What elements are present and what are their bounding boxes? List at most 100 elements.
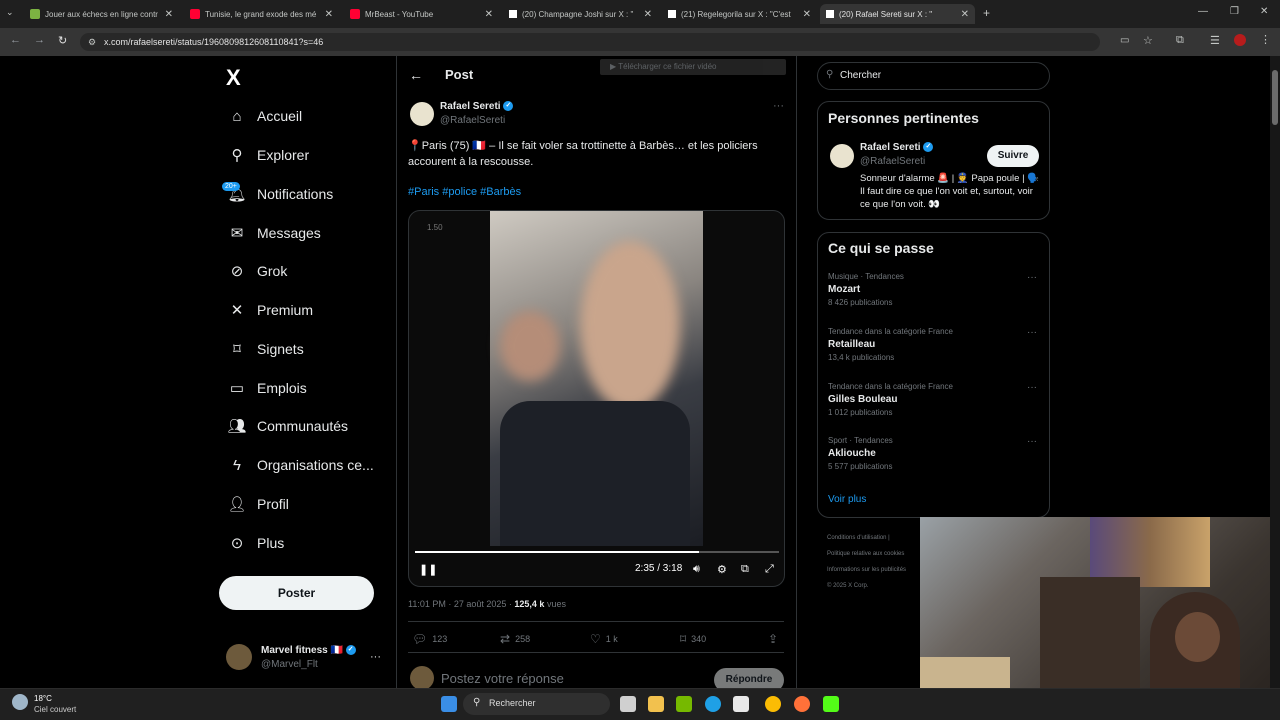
trend-item[interactable]: Tendance dans la catégorie France Retaill…: [828, 327, 953, 362]
sidebar-item-explorer[interactable]: ⚲ Explorer: [228, 143, 310, 167]
tab-rafael-sereti[interactable]: (20) Rafael Sereti sur X : " ✕: [820, 4, 975, 24]
minimize-icon[interactable]: —: [1198, 6, 1208, 17]
picture-in-picture-icon[interactable]: ⧉: [741, 563, 749, 576]
tab-regelegorila[interactable]: (21) Regelegorila sur X : "C'est ✕: [662, 4, 817, 24]
firefox-icon[interactable]: [794, 696, 810, 712]
tab-tunisie[interactable]: Tunisie, le grand exode des mé ✕: [184, 4, 339, 24]
tab-search-icon[interactable]: ⌄: [6, 7, 14, 18]
sidebar-item-communautes[interactable]: 👥︎ Communautés: [227, 414, 348, 438]
sidebar-item-profil[interactable]: 👤︎ Profil: [227, 492, 288, 516]
close-icon[interactable]: ✕: [485, 9, 493, 20]
download-video-overlay[interactable]: ▶ Télécharger ce fichier vidéo: [600, 59, 786, 75]
back-arrow-icon[interactable]: ←: [409, 67, 423, 83]
pause-icon[interactable]: ❚❚: [419, 563, 437, 576]
account-name[interactable]: Marvel fitness 🇫🇷 ✓: [261, 645, 356, 656]
follow-button[interactable]: Suivre: [987, 145, 1039, 167]
edge-icon[interactable]: [705, 696, 721, 712]
trends-title: Ce qui se passe: [828, 240, 934, 256]
search-icon: ⚲: [473, 697, 481, 708]
like-button[interactable]: ♡ 1 k: [590, 632, 618, 646]
scrollbar[interactable]: [1270, 56, 1280, 688]
tab-chess[interactable]: Jouer aux échecs en ligne contr ✕: [24, 4, 179, 24]
bookmark-button[interactable]: ⌑ 340: [680, 632, 706, 646]
taskbar-search[interactable]: ⚲ Rechercher: [463, 693, 610, 715]
reload-icon[interactable]: ↻: [58, 34, 67, 47]
profile-avatar-icon[interactable]: [1234, 34, 1246, 46]
reply-button[interactable]: Répondre: [714, 668, 784, 688]
task-view-icon[interactable]: [620, 696, 636, 712]
store-icon[interactable]: [733, 696, 749, 712]
avatar[interactable]: [226, 644, 252, 670]
reply-button[interactable]: 💬︎ 123: [412, 632, 447, 646]
close-icon[interactable]: ✕: [165, 9, 173, 20]
sidebar-item-messages[interactable]: ✉ Messages: [228, 221, 321, 245]
back-icon[interactable]: ←: [10, 34, 21, 46]
post-hashtags[interactable]: #Paris #police #Barbès: [408, 186, 521, 198]
menu-icon[interactable]: ⋮: [1260, 33, 1271, 46]
bookmark-star-icon[interactable]: ☆: [1143, 34, 1153, 47]
sidebar-item-notifications[interactable]: 🔔︎ Notifications: [227, 182, 333, 206]
weather-icon[interactable]: [12, 694, 28, 710]
person-name[interactable]: Rafael Sereti ✓: [860, 142, 934, 153]
close-icon[interactable]: ✕: [644, 9, 652, 20]
scrollbar-thumb[interactable]: [1272, 70, 1278, 125]
nvidia-icon[interactable]: [676, 696, 692, 712]
video-player[interactable]: 1.50 ❚❚ 2:35 / 3:18 🔊︎ ⚙ ⧉ ⤢: [408, 210, 785, 587]
reply-input[interactable]: Postez votre réponse: [441, 671, 564, 686]
window-close-icon[interactable]: ✕: [1260, 6, 1268, 17]
sidebar-item-grok[interactable]: ⊘ Grok: [228, 259, 288, 283]
kick-icon[interactable]: [823, 696, 839, 712]
forward-icon[interactable]: →: [34, 34, 45, 46]
trend-item[interactable]: Musique · Tendances Mozart 8 426 publicati…: [828, 272, 904, 307]
author-avatar[interactable]: [410, 102, 434, 126]
trend-more-icon[interactable]: ···: [1027, 436, 1037, 447]
tab-champagne-joshi[interactable]: (20) Champagne Joshi sur X : " ✕: [503, 4, 658, 24]
shelf: [1040, 577, 1140, 688]
cookies-link[interactable]: Politique relative aux cookies: [827, 546, 906, 562]
volume-icon[interactable]: 🔊︎: [693, 563, 700, 576]
chrome-icon[interactable]: [765, 696, 781, 712]
sidebar-item-accueil[interactable]: ⌂ Accueil: [228, 104, 302, 128]
video-frame[interactable]: [490, 211, 703, 546]
cast-icon[interactable]: ▭: [1120, 35, 1129, 46]
repost-button[interactable]: ⇄ 258: [500, 632, 530, 646]
sidebar-item-signets[interactable]: ⌑ Signets: [228, 337, 304, 361]
account-menu-icon[interactable]: ···: [370, 651, 381, 663]
trend-item[interactable]: Sport · Tendances Akliouche 5 577 publicat…: [828, 436, 893, 471]
x-logo-icon[interactable]: X: [226, 65, 241, 91]
new-tab-icon[interactable]: +: [983, 6, 990, 20]
reply-icon: 💬︎: [412, 632, 428, 646]
sidebar-item-organisations[interactable]: ϟ Organisations ce...: [228, 453, 374, 477]
sidebar-item-plus[interactable]: ⊙ Plus: [228, 531, 285, 555]
windows-start-icon[interactable]: [441, 696, 457, 712]
author-name[interactable]: Rafael Sereti ✓: [440, 101, 514, 112]
video-progress-bar[interactable]: [415, 551, 779, 553]
url-field[interactable]: ⚙ x.com/rafaelsereti/status/1960809812608…: [80, 33, 1100, 51]
sidebar-item-emplois[interactable]: ▭ Emplois: [228, 376, 307, 400]
person-avatar[interactable]: [830, 144, 854, 168]
file-explorer-icon[interactable]: [648, 696, 664, 712]
trend-more-icon[interactable]: ···: [1027, 327, 1037, 338]
share-button[interactable]: ⇪: [768, 632, 783, 646]
trend-item[interactable]: Tendance dans la catégorie France Gilles …: [828, 382, 953, 417]
settings-gear-icon[interactable]: ⚙: [717, 563, 727, 576]
reading-list-icon[interactable]: ☰: [1210, 34, 1220, 47]
search-input[interactable]: ⚲ Chercher: [817, 62, 1050, 90]
sidebar-item-premium[interactable]: ✕ Premium: [228, 298, 313, 322]
fullscreen-icon[interactable]: ⤢: [765, 563, 774, 576]
close-icon[interactable]: ✕: [803, 9, 811, 20]
trend-more-icon[interactable]: ···: [1027, 382, 1037, 393]
terms-link[interactable]: Conditions d'utilisation |: [827, 530, 906, 546]
x-favicon-icon: [668, 10, 676, 18]
ads-info-link[interactable]: Informations sur les publicités: [827, 562, 906, 578]
close-icon[interactable]: ✕: [961, 9, 969, 20]
see-more-link[interactable]: Voir plus: [828, 494, 866, 505]
restore-icon[interactable]: ❐: [1230, 6, 1239, 17]
site-info-icon[interactable]: ⚙: [88, 33, 96, 51]
tab-mrbeast[interactable]: MrBeast - YouTube ✕: [344, 4, 499, 24]
post-more-icon[interactable]: ···: [773, 100, 784, 112]
post-button[interactable]: Poster: [219, 576, 374, 610]
extensions-icon[interactable]: ⧉: [1176, 34, 1184, 47]
trend-more-icon[interactable]: ···: [1027, 272, 1037, 283]
close-icon[interactable]: ✕: [325, 9, 333, 20]
